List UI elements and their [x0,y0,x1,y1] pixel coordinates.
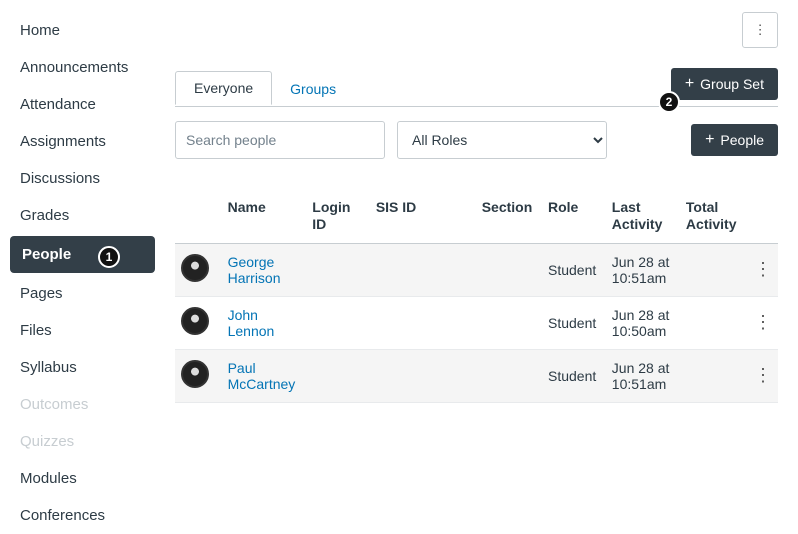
col-header-name: Name [222,189,307,243]
cell-last-activity: Jun 28 at 10:51am [606,243,680,296]
user-name-link[interactable]: Paul McCartney [228,360,296,392]
table-header-row: Name Login ID SIS ID Section Role Last A… [175,189,778,243]
col-header-login-id: Login ID [306,189,370,243]
cell-sis-id [370,243,476,296]
sidebar-item-grades[interactable]: Grades [0,197,155,234]
callout-badge-2: 2 [658,91,680,113]
add-group-set-label: Group Set [700,76,764,92]
tabs: EveryoneGroups [175,70,671,104]
table-row: George Harrison StudentJun 28 at 10:51am ⋮ [175,243,778,296]
table-row: Paul McCartney StudentJun 28 at 10:51am ⋮ [175,349,778,402]
add-people-label: People [720,132,764,148]
cell-last-activity: Jun 28 at 10:51am [606,349,680,402]
kebab-icon: ⋮ [754,259,772,279]
col-header-total-activity: Total Activity [680,189,746,243]
row-options-button[interactable]: ⋮ [746,296,778,349]
table-row: John Lennon StudentJun 28 at 10:50am ⋮ [175,296,778,349]
cell-section [476,349,542,402]
cell-total-activity [680,349,746,402]
cell-total-activity [680,296,746,349]
sidebar-item-quizzes: Quizzes [0,423,155,460]
add-group-set-button[interactable]: + Group Set [671,68,778,100]
avatar [181,307,209,335]
kebab-icon: ⋮ [754,312,772,332]
page-options-button[interactable]: ⋮ [742,12,778,48]
sidebar-item-people[interactable]: People [10,236,155,273]
cell-sis-id [370,296,476,349]
sidebar-item-home[interactable]: Home [0,12,155,49]
cell-sis-id [370,349,476,402]
sidebar-item-announcements[interactable]: Announcements [0,49,155,86]
sidebar-item-discussions[interactable]: Discussions [0,160,155,197]
kebab-icon: ⋮ [754,365,772,385]
sidebar-item-outcomes: Outcomes [0,386,155,423]
avatar [181,254,209,282]
user-name-link[interactable]: John Lennon [228,307,275,339]
sidebar-item-syllabus[interactable]: Syllabus [0,349,155,386]
cell-role: Student [542,296,606,349]
avatar [181,360,209,388]
add-people-button[interactable]: + People [691,124,778,156]
cell-login-id [306,243,370,296]
cell-total-activity [680,243,746,296]
cell-login-id [306,349,370,402]
kebab-icon: ⋮ [753,22,766,38]
sidebar: HomeAnnouncementsAttendanceAssignmentsDi… [0,0,155,514]
plus-icon: + [705,132,714,148]
people-table: Name Login ID SIS ID Section Role Last A… [175,189,778,403]
user-name-link[interactable]: George Harrison [228,254,281,286]
sidebar-item-conferences[interactable]: Conferences [0,497,155,534]
main-content: ⋮ EveryoneGroups + Group Set All Roles +… [155,0,798,514]
col-header-role: Role [542,189,606,243]
sidebar-item-assignments[interactable]: Assignments [0,123,155,160]
role-filter-select[interactable]: All Roles [397,121,607,159]
cell-section [476,296,542,349]
cell-role: Student [542,243,606,296]
sidebar-item-pages[interactable]: Pages [0,275,155,312]
col-header-last-activity: Last Activity [606,189,680,243]
search-input[interactable] [175,121,385,159]
callout-badge-1: 1 [98,246,120,268]
row-options-button[interactable]: ⋮ [746,243,778,296]
cell-role: Student [542,349,606,402]
col-header-sis-id: SIS ID [370,189,476,243]
col-header-section: Section [476,189,542,243]
sidebar-item-files[interactable]: Files [0,312,155,349]
tab-groups[interactable]: Groups [272,73,354,105]
sidebar-item-attendance[interactable]: Attendance [0,86,155,123]
cell-section [476,243,542,296]
row-options-button[interactable]: ⋮ [746,349,778,402]
sidebar-item-modules[interactable]: Modules [0,460,155,497]
cell-last-activity: Jun 28 at 10:50am [606,296,680,349]
cell-login-id [306,296,370,349]
tab-everyone[interactable]: Everyone [175,71,272,105]
plus-icon: + [685,76,694,92]
